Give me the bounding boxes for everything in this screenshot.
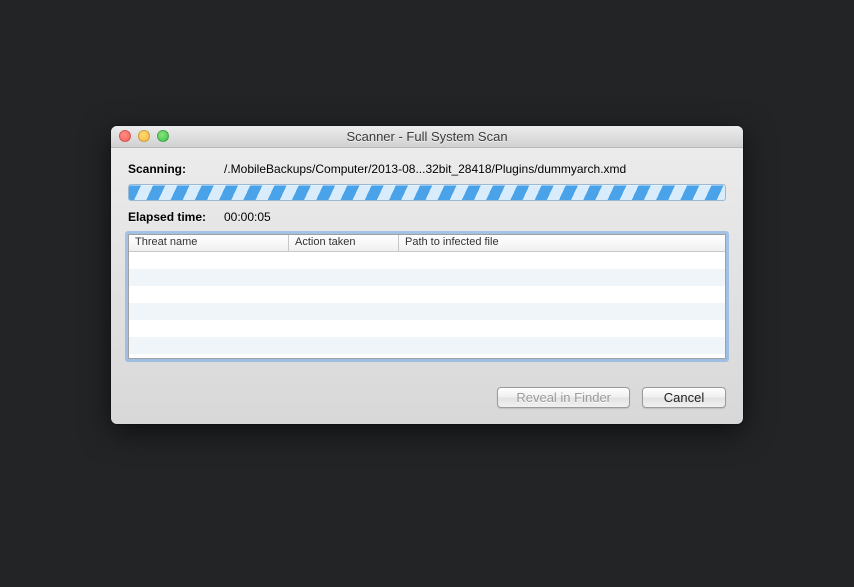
table-row: [129, 286, 725, 303]
close-icon[interactable]: [119, 130, 131, 142]
window-title: Scanner - Full System Scan: [346, 129, 507, 144]
table-row: [129, 269, 725, 286]
table-row: [129, 354, 725, 358]
elapsed-value: 00:00:05: [224, 210, 271, 224]
table-row: [129, 303, 725, 320]
column-action-taken[interactable]: Action taken: [289, 235, 399, 251]
window-content: Scanning: /.MobileBackups/Computer/2013-…: [111, 148, 743, 424]
progress-bar: [128, 184, 726, 201]
table-row: [129, 320, 725, 337]
reveal-in-finder-button: Reveal in Finder: [497, 387, 630, 408]
zoom-icon[interactable]: [157, 130, 169, 142]
button-row: Reveal in Finder Cancel: [128, 387, 726, 408]
column-path[interactable]: Path to infected file: [399, 235, 725, 251]
titlebar[interactable]: Scanner - Full System Scan: [111, 126, 743, 148]
table-body: [129, 252, 725, 358]
elapsed-label: Elapsed time:: [128, 210, 224, 224]
minimize-icon[interactable]: [138, 130, 150, 142]
scanning-label: Scanning:: [128, 162, 224, 176]
column-threat-name[interactable]: Threat name: [129, 235, 289, 251]
table-header: Threat name Action taken Path to infecte…: [129, 235, 725, 252]
scanning-row: Scanning: /.MobileBackups/Computer/2013-…: [128, 162, 726, 176]
scanner-window: Scanner - Full System Scan Scanning: /.M…: [111, 126, 743, 424]
elapsed-row: Elapsed time: 00:00:05: [128, 210, 726, 224]
traffic-lights: [119, 130, 169, 142]
scanning-path: /.MobileBackups/Computer/2013-08...32bit…: [224, 162, 626, 176]
cancel-button[interactable]: Cancel: [642, 387, 726, 408]
table-row: [129, 252, 725, 269]
table-row: [129, 337, 725, 354]
results-table[interactable]: Threat name Action taken Path to infecte…: [128, 234, 726, 359]
